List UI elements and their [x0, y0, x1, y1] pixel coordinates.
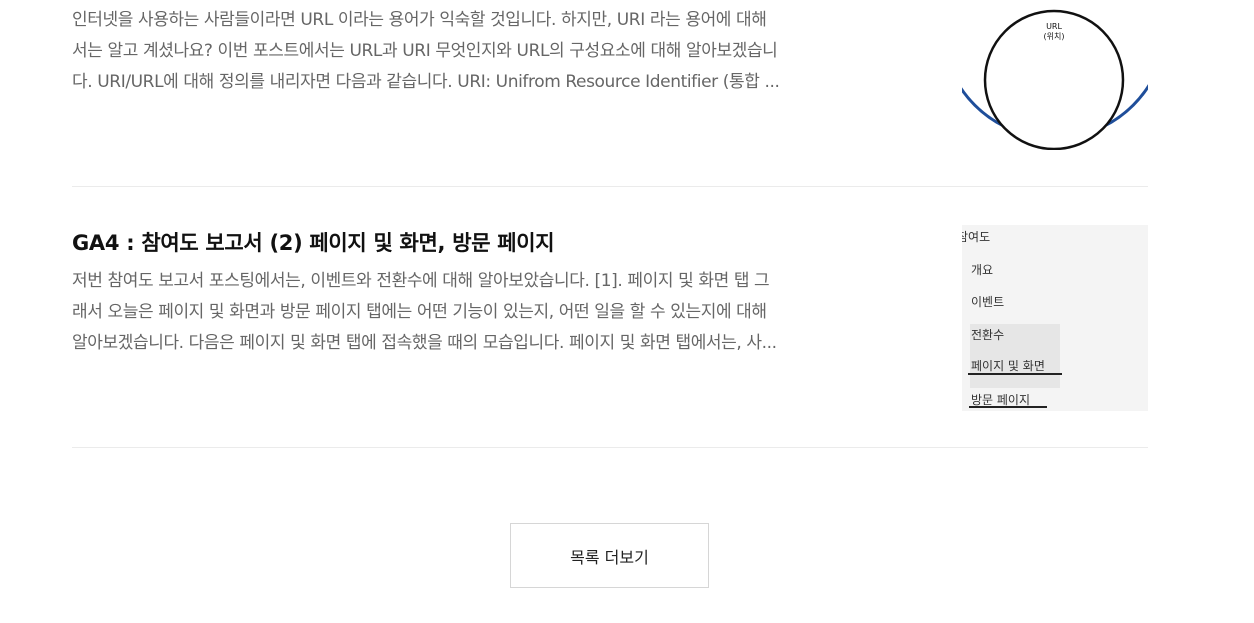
menu-active-underline: [968, 373, 1062, 375]
excerpt-line: 저번 참여도 보고서 포스팅에서는, 이벤트와 전환수에 대해 알아보았습니다.…: [72, 271, 770, 291]
menu-heading: 참여도: [962, 230, 991, 244]
post-divider: [72, 186, 1148, 187]
post-thumbnail[interactable]: 참여도 개요 이벤트 전환수 페이지 및 화면 방문 페이지: [962, 225, 1148, 411]
excerpt-line: 인터넷을 사용하는 사람들이라면 URL 이라는 용어가 익숙할 것입니다. 하…: [72, 10, 767, 30]
load-more-button[interactable]: 목록 더보기: [510, 523, 709, 588]
post-excerpt[interactable]: 인터넷을 사용하는 사람들이라면 URL 이라는 용어가 익숙할 것입니다. 하…: [72, 5, 872, 98]
post-divider: [72, 447, 1148, 448]
menu-item-active: 페이지 및 화면: [971, 359, 1045, 373]
excerpt-line: 서는 알고 계셨나요? 이번 포스트에서는 URL과 URI 무엇인지와 URL…: [72, 41, 778, 61]
post-excerpt[interactable]: 저번 참여도 보고서 포스팅에서는, 이벤트와 전환수에 대해 알아보았습니다.…: [72, 266, 872, 359]
menu-item: 이벤트: [971, 295, 1005, 309]
post-item[interactable]: GA4 : 참여도 보고서 (2) 페이지 및 화면, 방문 페이지 저번 참여…: [72, 225, 1148, 425]
url-uri-diagram: URL (위치): [962, 9, 1148, 150]
excerpt-line: 래서 오늘은 페이지 및 화면과 방문 페이지 탭에는 어떤 기능이 있는지, …: [72, 302, 767, 322]
post-item[interactable]: 인터넷을 사용하는 사람들이라면 URL 이라는 용어가 익숙할 것입니다. 하…: [72, 0, 1148, 163]
menu-item: 개요: [971, 263, 994, 277]
menu-underline: [969, 406, 1047, 408]
url-diagram-label: URL: [1046, 22, 1062, 31]
menu-item: 전환수: [971, 328, 1005, 342]
url-diagram-sublabel: (위치): [1044, 32, 1065, 41]
excerpt-line: 알아보겠습니다. 다음은 페이지 및 화면 탭에 접속했을 때의 모습입니다. …: [72, 333, 777, 353]
post-thumbnail[interactable]: URL (위치): [962, 0, 1148, 150]
excerpt-line: 다. URI/URL에 대해 정의를 내리자면 다음과 같습니다. URI: U…: [72, 72, 780, 92]
post-title[interactable]: GA4 : 참여도 보고서 (2) 페이지 및 화면, 방문 페이지: [72, 227, 555, 257]
